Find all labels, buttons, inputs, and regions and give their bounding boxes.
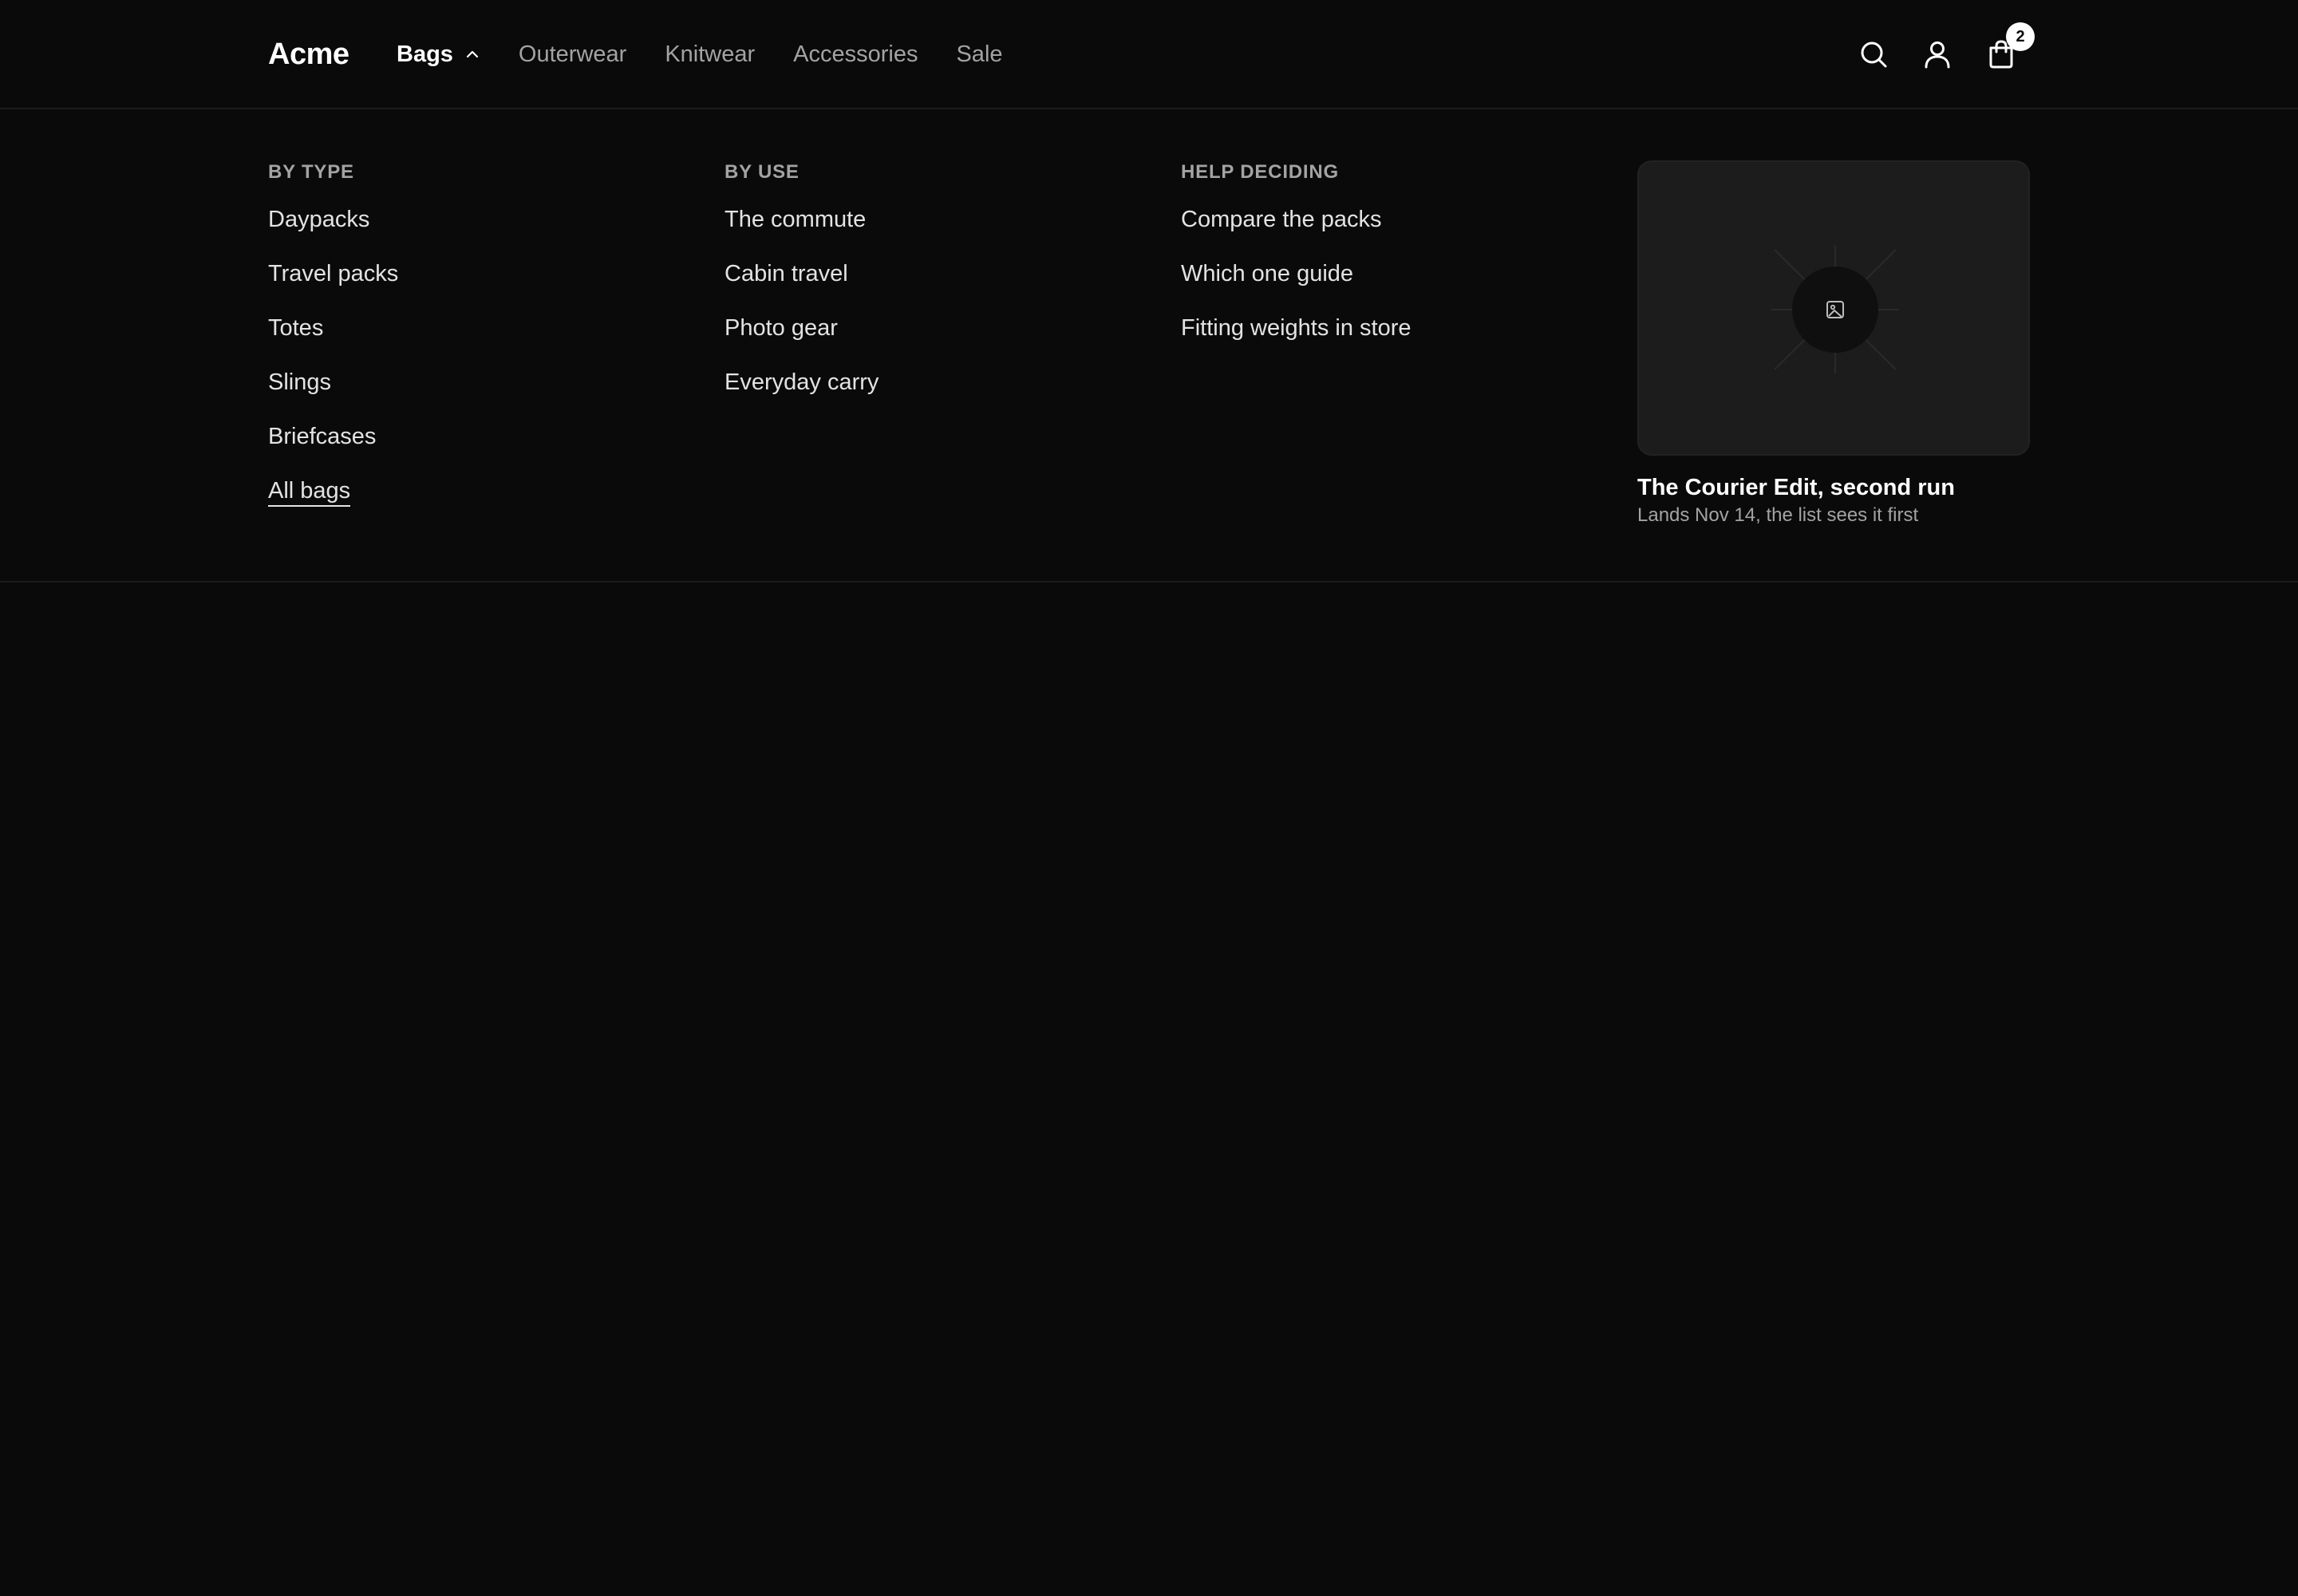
nav-item-bags[interactable]: Bags xyxy=(397,35,480,73)
brand-logo[interactable]: Acme xyxy=(268,35,349,73)
search-button[interactable] xyxy=(1851,32,1896,77)
menu-column-by-type: BY TYPE Daypacks Travel packs Totes Slin… xyxy=(268,160,398,529)
nav-item-accessories[interactable]: Accessories xyxy=(793,35,918,73)
account-icon xyxy=(1925,41,1950,69)
menu-link-briefcases[interactable]: Briefcases xyxy=(268,421,398,452)
menu-link-photo-gear[interactable]: Photo gear xyxy=(725,312,879,344)
nav-item-outerwear[interactable]: Outerwear xyxy=(519,35,626,73)
bags-mega-menu: BY TYPE Daypacks Travel packs Totes Slin… xyxy=(0,109,2298,583)
column-links: Daypacks Travel packs Totes Slings Brief… xyxy=(268,203,398,507)
menu-link-all-bags[interactable]: All bags xyxy=(268,475,398,507)
search-icon xyxy=(1861,41,1887,68)
nav-item-label: Knitwear xyxy=(665,41,756,67)
promo-image-center xyxy=(1792,267,1878,353)
nav-item-sale[interactable]: Sale xyxy=(956,35,1002,73)
column-links: Compare the packs Which one guide Fittin… xyxy=(1181,203,1412,344)
menu-link-totes[interactable]: Totes xyxy=(268,312,398,344)
menu-link-the-commute[interactable]: The commute xyxy=(725,203,879,235)
nav-item-label: Accessories xyxy=(793,41,918,67)
menu-column-help-deciding: HELP DECIDING Compare the packs Which on… xyxy=(1181,160,1412,366)
menu-link-which-one-guide[interactable]: Which one guide xyxy=(1181,258,1412,290)
promo-subtitle: Lands Nov 14, the list sees it first xyxy=(1637,504,1919,526)
nav-item-knitwear[interactable]: Knitwear xyxy=(665,35,755,73)
menu-link-slings[interactable]: Slings xyxy=(268,366,398,398)
promo-card[interactable]: The Courier Edit, second run Lands Nov 1… xyxy=(1637,160,2030,527)
nav-item-label: Sale xyxy=(956,41,1003,67)
account-button[interactable] xyxy=(1915,32,1960,77)
menu-link-daypacks[interactable]: Daypacks xyxy=(268,203,398,235)
menu-link-compare-the-packs[interactable]: Compare the packs xyxy=(1181,203,1412,235)
main-nav: Bags Outerwear Knitwear Accessories Sale xyxy=(397,35,1041,73)
nav-item-label: Outerwear xyxy=(518,41,627,67)
cart-button[interactable]: 2 xyxy=(1979,22,2035,77)
chevron-up-icon xyxy=(466,50,479,58)
image-placeholder-icon xyxy=(1826,301,1844,318)
menu-link-everyday-carry[interactable]: Everyday carry xyxy=(725,366,879,398)
menu-link-fitting-weights[interactable]: Fitting weights in store xyxy=(1181,312,1412,344)
menu-link-cabin-travel[interactable]: Cabin travel xyxy=(725,258,879,290)
column-heading: HELP DECIDING xyxy=(1181,161,1339,183)
cart-count-badge: 2 xyxy=(2006,22,2035,51)
column-heading: BY TYPE xyxy=(268,161,354,183)
promo-title[interactable]: The Courier Edit, second run xyxy=(1637,473,2030,502)
promo-image-placeholder[interactable] xyxy=(1637,160,2030,456)
menu-link-travel-packs[interactable]: Travel packs xyxy=(268,258,398,290)
column-links: The commute Cabin travel Photo gear Ever… xyxy=(725,203,879,398)
menu-link-label: All bags xyxy=(268,478,351,507)
nav-item-label: Bags xyxy=(397,41,453,67)
menu-column-by-use: BY USE The commute Cabin travel Photo ge… xyxy=(725,160,879,421)
column-heading: BY USE xyxy=(725,161,800,183)
site-header: Acme Bags Outerwear Knitwear Accessories… xyxy=(0,0,2298,109)
